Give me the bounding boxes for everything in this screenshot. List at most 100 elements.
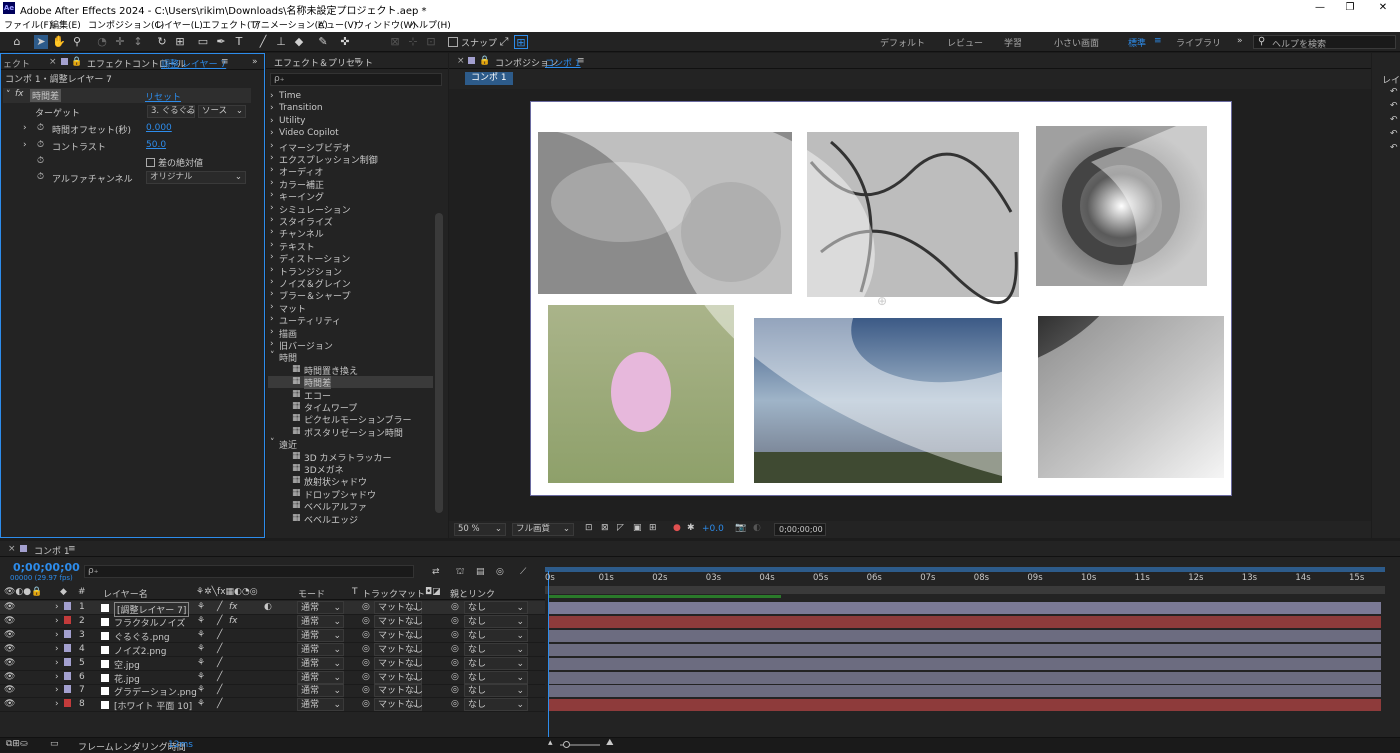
effects-scrollbar[interactable] (435, 213, 443, 513)
guides-icon[interactable]: ⊞ (649, 523, 657, 533)
expand-chevron-icon[interactable]: › (270, 277, 274, 287)
blend-mode-dropdown[interactable]: 通常 ⌄ (297, 670, 344, 684)
roto-brush-icon[interactable]: ✎ (316, 35, 330, 49)
visibility-icon[interactable]: 👁 (4, 699, 15, 709)
expand-chevron-icon[interactable]: › (270, 165, 274, 175)
visibility-icon[interactable]: 👁 (4, 658, 15, 668)
quality-switch-icon[interactable]: ╱ (217, 672, 222, 682)
layer-label-color[interactable] (64, 602, 71, 610)
expand-chevron-icon[interactable]: › (270, 190, 274, 200)
quality-switch-icon[interactable]: ╱ (217, 658, 222, 668)
effect-category[interactable]: 旧バージョン (279, 339, 333, 352)
more-workspaces-icon[interactable]: » (1237, 36, 1243, 46)
effect-name[interactable]: 時間差 (30, 89, 62, 102)
region-of-interest-icon[interactable]: ▣ (633, 523, 642, 533)
effects-search-input[interactable]: ρ₊ (270, 73, 442, 86)
layer-label-color[interactable] (64, 615, 71, 624)
layer-row[interactable]: 👁 › 1 [調整レイヤー 7] ⚘ ╱ fx ◐ 通常 ⌄ ◎ マットなし ⌄ ◎ なし ⌄ (0, 601, 545, 617)
effect-category-expanded[interactable]: 遠近 (279, 438, 297, 451)
parent-dropdown[interactable]: なし ⌄ (464, 698, 528, 712)
layer-duration-bar[interactable] (549, 629, 1381, 642)
stamp-tool-icon[interactable]: ⊥ (274, 35, 288, 49)
exposure-value[interactable]: +0.0 (702, 524, 724, 534)
expand-chevron-icon[interactable]: › (55, 644, 59, 654)
snap-options-icon[interactable]: ⤢ (497, 35, 511, 49)
show-snapshot-icon[interactable]: ◐ (753, 523, 761, 533)
effect-item[interactable]: 時間置き換え (304, 364, 358, 377)
maximize-button[interactable]: ❐ (1335, 0, 1365, 16)
rectangle-tool-icon[interactable]: ▭ (196, 35, 210, 49)
track-matte-dropdown[interactable]: マットなし ⌄ (374, 642, 423, 656)
alpha-channel-dropdown[interactable]: オリジナル ⌄ (146, 171, 246, 184)
undo-icon[interactable]: ↶ (1390, 129, 1398, 139)
track-matte-pickwhip-icon[interactable]: ◎ (362, 616, 370, 626)
effect-category[interactable]: シミュレーション (279, 203, 351, 216)
parent-dropdown[interactable]: なし ⌄ (464, 642, 528, 656)
timeline-timecode[interactable]: 0;00;00;00 (13, 561, 80, 574)
shy-switch-icon[interactable]: ⚘ (197, 616, 205, 626)
motion-blur-icon[interactable]: ◎ (496, 567, 504, 577)
visibility-icon[interactable]: 👁 (4, 685, 15, 695)
quality-switch-icon[interactable]: ╱ (217, 699, 222, 709)
stopwatch-icon[interactable]: ⏱ (37, 123, 44, 133)
time-offset-value[interactable]: 0.000 (146, 123, 172, 133)
expand-chevron-icon[interactable]: › (270, 91, 274, 101)
track-matte-dropdown[interactable]: マットなし ⌄ (374, 601, 423, 614)
track-matte-pickwhip-icon[interactable]: ◎ (362, 699, 370, 709)
effect-item[interactable]: ドロップシャドウ (304, 488, 376, 501)
parent-pickwhip-icon[interactable]: ◎ (451, 699, 459, 709)
close-tab-icon[interactable]: × (457, 56, 465, 66)
effect-category[interactable]: Video Copilot (279, 128, 339, 138)
menu-edit[interactable]: 編集(E) (50, 18, 81, 31)
expand-chevron-icon[interactable]: › (270, 314, 274, 324)
shy-switch-icon[interactable]: ⚘ (197, 672, 205, 682)
layer-duration-bar[interactable] (549, 657, 1381, 670)
zoom-out-icon[interactable]: ▴ (548, 738, 553, 748)
lock-icon[interactable]: 🔒 (479, 56, 490, 66)
text-tool-icon[interactable]: T (232, 35, 246, 49)
close-button[interactable]: ✕ (1368, 0, 1398, 16)
track-matte-pickwhip-icon[interactable]: ◎ (362, 644, 370, 654)
layer-name[interactable]: 空.jpg (114, 658, 140, 671)
expand-chevron-icon[interactable]: › (23, 123, 27, 133)
layer-label-color[interactable] (64, 699, 71, 708)
home-icon[interactable]: ⌂ (10, 35, 24, 49)
layer-row[interactable]: 👁 › 6 花.jpg ⚘ ╱ 通常 ⌄ ◎ マットなし ⌄ ◎ なし ⌄ (0, 670, 545, 685)
expand-chevron-icon[interactable]: › (270, 153, 274, 163)
stopwatch-icon[interactable]: ⏱ (37, 172, 44, 182)
expand-chevron-icon[interactable]: › (55, 630, 59, 640)
workspace-learn[interactable]: 学習 (1004, 36, 1022, 49)
parent-pickwhip-icon[interactable]: ◎ (451, 616, 459, 626)
effect-category[interactable]: イマーシブビデオ (279, 141, 351, 154)
layer-duration-bar[interactable] (549, 643, 1381, 656)
stopwatch-icon[interactable]: ⏱ (37, 140, 44, 150)
panel-menu-icon[interactable]: ≡ (354, 56, 362, 66)
panel-menu-icon[interactable]: ≡ (68, 544, 76, 554)
expand-chevron-icon[interactable]: › (270, 289, 274, 299)
effect-category[interactable]: トランジション (279, 265, 342, 278)
composition-sub-tab[interactable]: コンポ 1 (465, 72, 513, 85)
blend-mode-dropdown[interactable]: 通常 ⌄ (297, 684, 344, 698)
menu-file[interactable]: ファイル(F) (4, 18, 52, 31)
pen-tool-icon[interactable]: ✒ (214, 35, 228, 49)
layer-duration-bar[interactable] (549, 602, 1381, 614)
layer-name[interactable]: グラデーション.png (114, 685, 197, 698)
adjustment-layer-icon[interactable]: ◐ (264, 602, 272, 612)
dolly-tool-icon[interactable]: ↕ (131, 35, 145, 49)
effect-category[interactable]: ディストーション (279, 252, 350, 265)
zoom-tool-icon[interactable]: ⚲ (70, 35, 84, 49)
color-channels-icon[interactable]: ● (673, 523, 681, 533)
effect-category[interactable]: Transition (279, 103, 323, 113)
rotate-tool-icon[interactable]: ↻ (155, 35, 169, 49)
effect-category[interactable]: カラー補正 (279, 178, 324, 191)
effect-item[interactable]: ベベルアルファ (304, 500, 367, 513)
layer-label-color[interactable] (64, 629, 71, 638)
effect-category[interactable]: キーイング (279, 190, 324, 203)
expand-chevron-icon[interactable]: › (270, 265, 274, 275)
effect-item[interactable]: ピクセルモーションブラー (304, 413, 412, 426)
blend-mode-dropdown[interactable]: 通常 ⌄ (297, 628, 344, 642)
track-matte-pickwhip-icon[interactable]: ◎ (362, 658, 370, 668)
layer-row[interactable]: 👁 › 8 [ホワイト 平面 10] ⚘ ╱ 通常 ⌄ ◎ マットなし ⌄ ◎ なし ⌄ (0, 698, 545, 713)
layer-row[interactable]: 👁 › 2 フラクタルノイズ ⚘ ╱ fx 通常 ⌄ ◎ マットなし ⌄ ◎ なし ⌄ (0, 614, 545, 629)
expand-chevron-icon[interactable]: › (270, 252, 274, 262)
